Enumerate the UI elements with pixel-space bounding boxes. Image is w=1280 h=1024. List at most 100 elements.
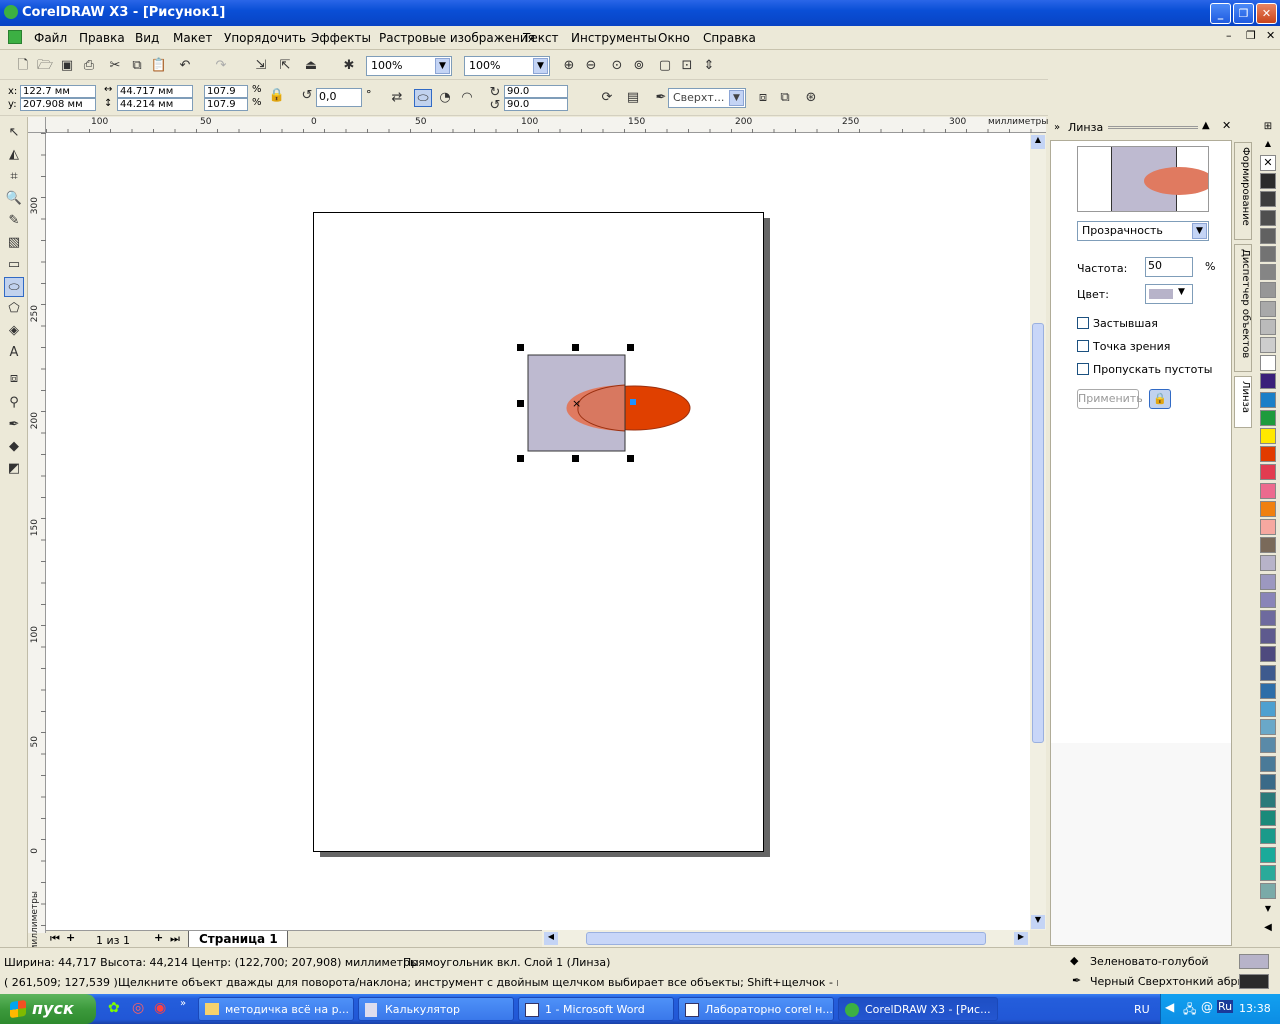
palette-scroll-down-icon[interactable]: ▼ [1260,904,1276,918]
menu-help[interactable]: Справка [703,31,756,45]
viewpoint-checkbox[interactable] [1077,340,1089,352]
vertical-scrollbar[interactable]: ▲ ▼ [1030,133,1046,930]
to-back-icon[interactable]: ⧈ [754,89,772,107]
smart-fill-icon[interactable]: ▧ [4,233,24,253]
handle[interactable] [517,400,524,407]
menu-view[interactable]: Вид [135,31,159,45]
zoom-in-icon[interactable]: ⊕ [560,57,578,75]
rectangle-tool-icon[interactable]: ▭ [4,255,24,275]
menu-window[interactable]: Окно [658,31,690,45]
tab-lens[interactable]: Линза [1234,376,1252,428]
drawing-objects[interactable]: × [506,338,706,478]
palette-swatch[interactable] [1260,464,1276,481]
task-word[interactable]: 1 - Microsoft Word [518,997,674,1021]
page[interactable] [313,212,764,852]
redo-icon[interactable]: ↷ [212,57,230,75]
task-coreldraw[interactable]: CorelDRAW X3 - [Рис... [838,997,998,1021]
last-page-icon[interactable]: ⏭ [170,932,180,946]
interactive-blend-icon[interactable]: ⧈ [4,369,24,389]
palette-swatch[interactable] [1260,864,1276,881]
palette-swatch[interactable] [1260,555,1276,572]
palette-swatch[interactable] [1260,337,1276,353]
polygon-tool-icon[interactable]: ⬠ [4,299,24,319]
start-button[interactable]: пуск [0,994,96,1024]
tab-object-manager[interactable]: Диспетчер объектов [1234,244,1252,372]
undo-icon[interactable]: ↶ [176,57,194,75]
palette-swatch[interactable] [1260,646,1276,663]
zoom-combo-2[interactable]: 100% ▼ [464,56,550,76]
handle[interactable] [572,344,579,351]
open-icon[interactable]: 🗁 [36,57,54,75]
tab-shaping[interactable]: Формирование [1234,142,1252,240]
palette-swatch[interactable] [1260,318,1276,335]
palette-swatch[interactable] [1260,792,1276,808]
scroll-right-button[interactable]: ▶ [1014,932,1028,945]
palette-expand-icon[interactable]: ◀ [1260,922,1276,936]
outline-width-combo[interactable]: Сверхт... ▼ [668,88,746,108]
direction-icon[interactable]: ⟳ [598,89,616,107]
scale-y-field[interactable]: 107.9 [204,98,248,111]
zoom-all-icon[interactable]: ⊚ [630,57,648,75]
scroll-up-button[interactable]: ▲ [1031,135,1045,149]
handle[interactable] [627,455,634,462]
doc-restore-button[interactable]: ❐ [1246,29,1256,42]
paste-icon[interactable]: 📋 [150,57,168,75]
palette-swatch[interactable] [1260,246,1276,262]
cut-icon[interactable]: ✂ [106,57,124,75]
palette-swatch[interactable] [1260,300,1276,317]
scroll-down-button[interactable]: ▼ [1031,915,1045,929]
handle[interactable] [517,455,524,462]
outline-tool-icon[interactable]: ✒ [4,415,24,435]
keyboard-layout-icon[interactable]: Ru [1217,1000,1234,1013]
task-word-2[interactable]: Лабораторно corel н... [678,997,834,1021]
palette-swatch[interactable] [1260,209,1276,226]
task-calculator[interactable]: Калькулятор [358,997,514,1021]
lens-color-picker[interactable]: ▼ [1145,284,1193,304]
palette-swatch[interactable] [1260,428,1276,444]
lock-ratio-icon[interactable]: 🔒 [268,87,286,105]
x-position-field[interactable]: 122.7 мм [20,85,96,98]
outline-color-swatch[interactable] [1239,974,1269,989]
add-page-after-icon[interactable]: + [154,931,163,944]
task-folder[interactable]: методичка всё на р... [198,997,354,1021]
palette-swatch[interactable] [1260,628,1276,645]
end-angle-field[interactable]: 90.0 [504,98,568,111]
copy-icon[interactable]: ⧉ [128,57,146,75]
pie-mode-icon[interactable]: ◔ [436,89,454,107]
doc-minimize-button[interactable]: – [1226,29,1232,42]
ellipse-mode-icon[interactable]: ⬭ [414,89,432,107]
docker-close-icon[interactable]: ✕ [1222,119,1231,132]
palette-swatch[interactable] [1260,810,1276,827]
scale-x-field[interactable]: 107.9 [204,85,248,98]
menu-edit[interactable]: Правка [79,31,125,45]
width-field[interactable]: 44.717 мм [117,85,193,98]
zoom-levels-combo[interactable]: 100% ▼ [366,56,452,76]
save-icon[interactable]: ▣ [58,57,76,75]
shape-tool-icon[interactable]: ◭ [4,145,24,165]
export-icon[interactable]: ⇱ [276,57,294,75]
palette-swatch[interactable] [1260,737,1276,754]
zoom-height-icon[interactable]: ⇕ [700,57,718,75]
welcome-icon[interactable]: ✱ [340,57,358,75]
handle[interactable] [517,344,524,351]
quicklaunch-icon-2[interactable]: ◎ [132,1000,144,1016]
chevron-down-icon[interactable]: ▼ [1192,223,1207,239]
palette-swatch[interactable] [1260,719,1276,736]
palette-swatch[interactable] [1260,519,1276,535]
crop-tool-icon[interactable]: ⌗ [4,167,24,187]
fill-color-swatch[interactable] [1239,954,1269,969]
palette-swatch[interactable] [1260,701,1276,717]
tray-app-icon[interactable]: @ [1201,1000,1213,1014]
interactive-fill-icon[interactable]: ◩ [4,459,24,479]
palette-swatch[interactable] [1260,828,1276,845]
palette-swatch[interactable] [1260,883,1276,899]
menu-bitmaps[interactable]: Растровые изображения [379,31,535,45]
palette-swatch[interactable] [1260,610,1276,626]
palette-swatch[interactable] [1260,482,1276,499]
convert-curves-icon[interactable]: ⊛ [802,89,820,107]
menu-effects[interactable]: Эффекты [311,31,371,45]
mirror-icon[interactable]: ⇄ [388,89,406,107]
palette-swatch[interactable] [1260,355,1276,372]
y-position-field[interactable]: 207.908 мм [20,98,96,111]
eyedropper-icon[interactable]: ⚲ [4,393,24,413]
